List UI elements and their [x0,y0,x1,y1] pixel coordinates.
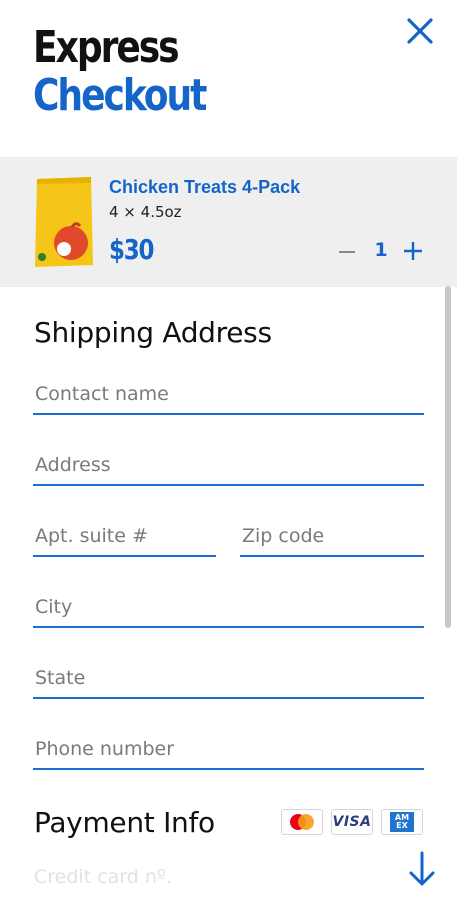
page-title: Express Checkout [33,22,207,121]
product-size: 4 × 4.5oz [109,203,182,221]
cart-item: Chicken Treats 4-Pack 4 × 4.5oz $30 1 [0,157,457,287]
state-input[interactable] [35,667,407,689]
credit-card-field[interactable] [34,866,414,900]
product-price: $30 [109,233,154,266]
quantity-value: 1 [374,239,388,261]
zip-code-field[interactable] [240,511,424,557]
decrease-quantity-button[interactable] [336,241,358,263]
visa-icon: VISA [331,809,373,835]
address-field[interactable] [33,440,424,486]
close-icon[interactable] [404,15,436,47]
city-input[interactable] [35,596,407,618]
city-field[interactable] [33,582,424,628]
apt-suite-input[interactable] [35,525,209,547]
contact-name-field[interactable] [33,369,424,415]
contact-name-input[interactable] [35,383,407,405]
accepted-cards: VISA AM EX [281,809,423,835]
product-image [34,175,94,269]
amex-label: AM EX [390,812,414,832]
shipping-address-heading: Shipping Address [34,316,272,349]
phone-number-field[interactable] [33,724,424,770]
visa-label: VISA [332,814,372,830]
title-line-checkout: Checkout [33,70,207,121]
increase-quantity-button[interactable] [402,240,424,262]
address-input[interactable] [35,454,407,476]
amex-icon: AM EX [381,809,423,835]
express-checkout-panel: Express Checkout Chicken Treats 4-Pack 4… [0,0,457,900]
mastercard-icon [281,809,323,835]
scroll-down-arrow-icon[interactable] [406,850,438,888]
payment-info-heading: Payment Info [34,806,215,839]
apt-suite-field[interactable] [33,511,216,557]
product-name[interactable]: Chicken Treats 4-Pack [109,177,300,198]
scrollbar[interactable] [445,286,451,628]
title-line-express: Express [33,22,180,73]
credit-card-input[interactable] [34,866,414,888]
zip-code-input[interactable] [242,525,417,547]
state-field[interactable] [33,653,424,699]
phone-number-input[interactable] [35,738,407,760]
